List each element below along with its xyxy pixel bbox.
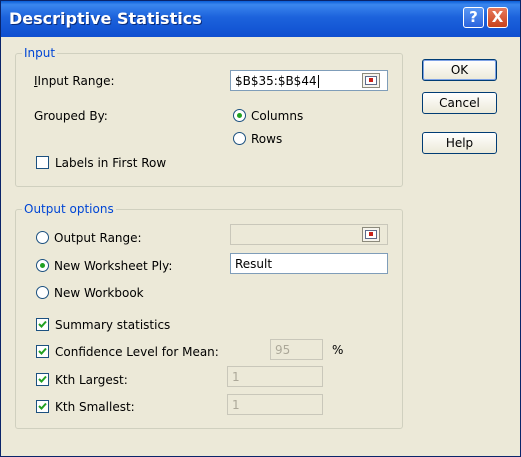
kth-smallest-field[interactable]: 1 xyxy=(227,394,323,415)
input-range-label: IInput Range: xyxy=(34,74,115,88)
output-range-collapse-button[interactable] xyxy=(362,227,380,242)
input-range-collapse-button[interactable] xyxy=(362,73,380,88)
cancel-button[interactable]: Cancel xyxy=(422,92,497,114)
range-arrow-icon xyxy=(369,78,373,82)
new-worksheet-label[interactable]: New Worksheet Ply: xyxy=(54,259,172,273)
radio-new-workbook[interactable] xyxy=(36,286,49,299)
checkmark-icon xyxy=(38,320,47,328)
checkmark-icon xyxy=(38,347,47,355)
radio-new-worksheet[interactable] xyxy=(36,259,49,272)
checkmark-icon xyxy=(38,402,47,410)
summary-statistics-checkbox[interactable] xyxy=(36,318,49,331)
help-button[interactable]: Help xyxy=(422,132,497,154)
kth-smallest-label[interactable]: Kth Smallest: xyxy=(55,400,135,414)
confidence-level-label[interactable]: Confidence Level for Mean: xyxy=(55,345,219,359)
grouped-by-label: Grouped By: xyxy=(34,109,108,123)
new-worksheet-value: Result xyxy=(235,257,273,271)
radio-rows[interactable] xyxy=(233,132,246,145)
close-button[interactable]: X xyxy=(487,7,508,28)
summary-statistics-label[interactable]: Summary statistics xyxy=(55,318,170,332)
dialog-title: Descriptive Statistics xyxy=(9,9,202,28)
new-worksheet-field[interactable]: Result xyxy=(230,253,388,274)
confidence-level-field[interactable]: 95 xyxy=(270,339,323,360)
kth-largest-field[interactable]: 1 xyxy=(227,366,323,387)
output-options-label: Output options xyxy=(22,202,116,216)
labels-first-row-label[interactable]: Labels in First Row xyxy=(55,156,166,170)
text-caret xyxy=(317,75,319,88)
range-arrow-icon xyxy=(369,232,373,236)
input-range-value: $B$35:$B$44 xyxy=(235,74,317,88)
confidence-level-checkbox[interactable] xyxy=(36,345,49,358)
kth-largest-value: 1 xyxy=(232,370,240,384)
confidence-level-value: 95 xyxy=(275,343,291,357)
kth-largest-label[interactable]: Kth Largest: xyxy=(55,373,128,387)
input-range-label-text: Input Range: xyxy=(37,74,115,88)
new-workbook-label[interactable]: New Workbook xyxy=(54,286,144,300)
help-title-button[interactable]: ? xyxy=(463,7,484,28)
rows-label[interactable]: Rows xyxy=(251,132,282,146)
kth-smallest-checkbox[interactable] xyxy=(36,400,49,413)
ok-button[interactable]: OK xyxy=(422,59,497,81)
radio-output-range[interactable] xyxy=(36,231,49,244)
columns-label[interactable]: Columns xyxy=(251,109,303,123)
dialog-body: Input IInput Range: $B$35:$B$44 Grouped … xyxy=(5,37,516,454)
title-bar[interactable]: Descriptive Statistics ? X xyxy=(1,1,520,37)
labels-first-row-checkbox[interactable] xyxy=(36,156,49,169)
kth-largest-checkbox[interactable] xyxy=(36,373,49,386)
output-range-label[interactable]: Output Range: xyxy=(54,231,142,245)
input-group-label: Input xyxy=(22,46,58,60)
radio-selected-dot xyxy=(40,263,45,268)
radio-selected-dot xyxy=(237,113,242,118)
checkmark-icon xyxy=(38,375,47,383)
descriptive-statistics-dialog: Descriptive Statistics ? X Input IInput … xyxy=(0,0,521,457)
percent-sign: % xyxy=(332,343,344,357)
radio-columns[interactable] xyxy=(233,109,246,122)
kth-smallest-value: 1 xyxy=(232,398,240,412)
